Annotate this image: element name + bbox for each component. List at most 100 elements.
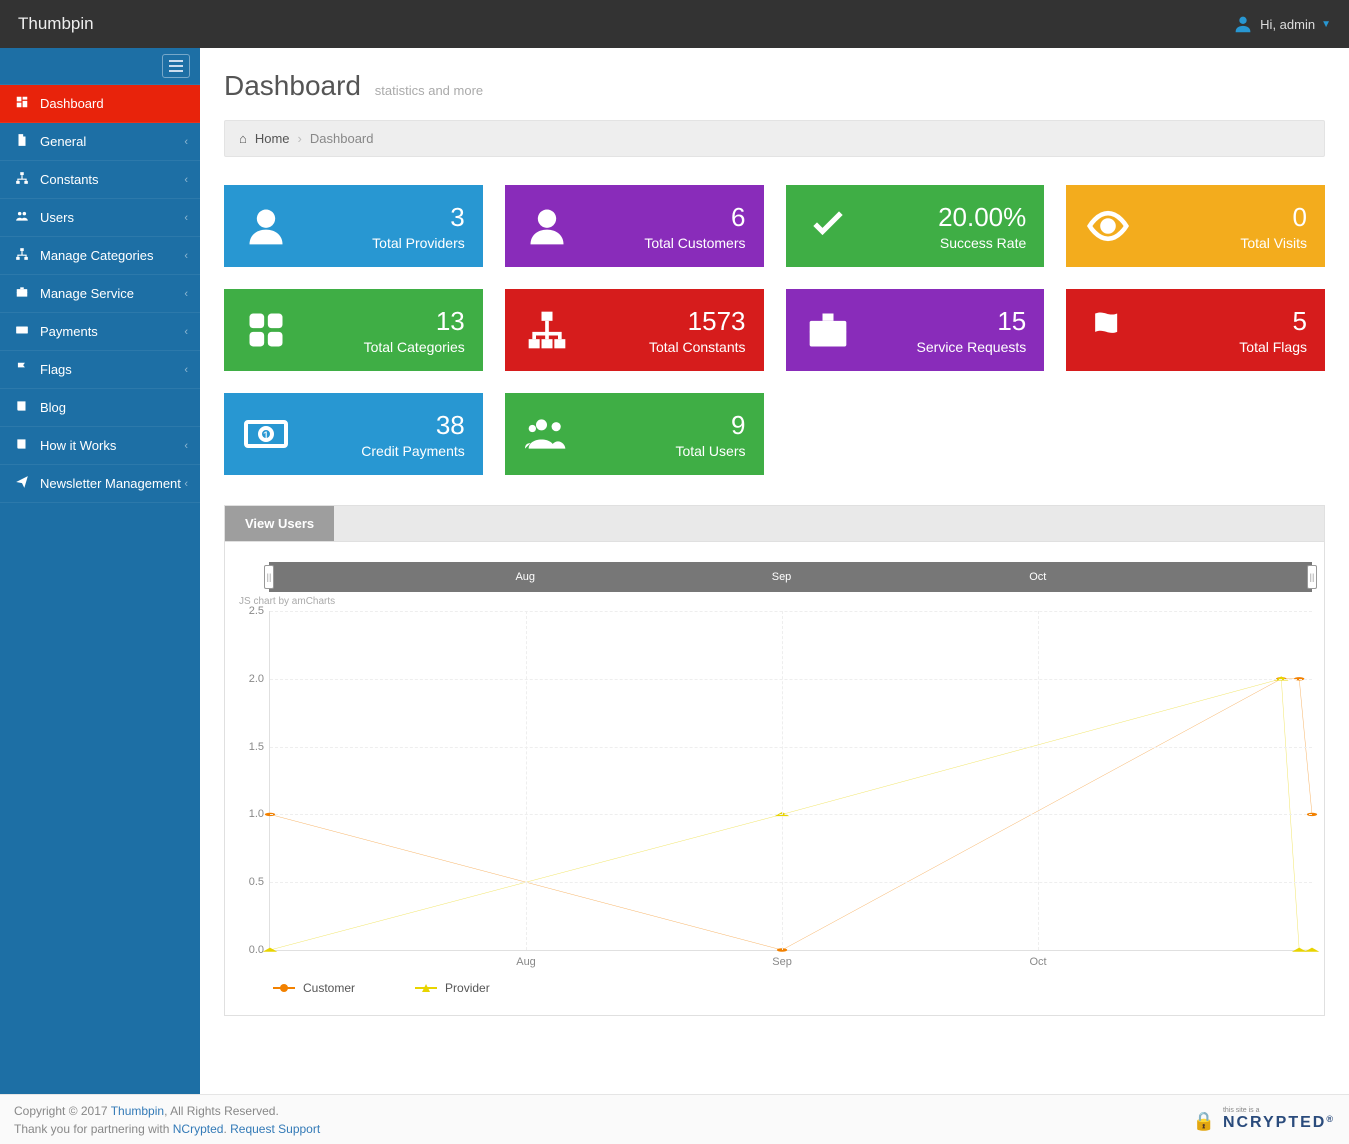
sidebar-item-label: Dashboard (40, 96, 104, 111)
footer-support-link[interactable]: Request Support (230, 1122, 320, 1136)
stat-card-total-providers[interactable]: 3 Total Providers (224, 185, 483, 267)
stat-cards-grid: 3 Total Providers 6Total Customers 20.00% Su… (224, 185, 1325, 475)
chevron-left-icon: ‹ (184, 326, 188, 338)
sidebar-item-manage-service[interactable]: Manage Service‹ (0, 275, 200, 313)
sidebar-item-flags[interactable]: Flags‹ (0, 351, 200, 389)
stat-label: Total Constants (649, 339, 746, 355)
breadcrumb-home[interactable]: Home (255, 131, 290, 146)
stat-value: 3 (372, 202, 465, 233)
y-axis-tick: 2.5 (249, 605, 270, 617)
eye-icon (1084, 202, 1132, 250)
users-icon (14, 209, 30, 226)
stat-value: 15 (917, 306, 1027, 337)
sidebar-item-label: Blog (40, 400, 66, 415)
file-icon (14, 133, 30, 150)
sidebar-toggle-button[interactable] (162, 54, 190, 78)
user-greeting: Hi, admin (1260, 17, 1315, 32)
registered-mark: ® (1326, 1114, 1335, 1124)
sitemap-icon (14, 247, 30, 264)
stat-card-total-categories[interactable]: 13Total Categories (224, 289, 483, 371)
chevron-left-icon: ‹ (184, 364, 188, 376)
chart-area: 0.00.51.01.52.02.5AugSepOct (269, 611, 1312, 951)
y-axis-tick: 0.5 (249, 876, 270, 888)
gridline (270, 747, 1312, 748)
chevron-left-icon: ‹ (184, 250, 188, 262)
breadcrumb: ⌂ Home › Dashboard (224, 120, 1325, 157)
y-axis-tick: 2.0 (249, 673, 270, 685)
user-menu[interactable]: Hi, admin ▼ (1232, 13, 1331, 35)
legend-item-customer[interactable]: Customer (273, 981, 355, 995)
brand-name[interactable]: Thumbpin (18, 14, 94, 34)
stat-label: Total Providers (372, 235, 465, 251)
footer: Copyright © 2017 Thumbpin, All Rights Re… (0, 1094, 1349, 1144)
ncrypted-tagline: this site is a (1223, 1107, 1335, 1114)
page-title-text: Dashboard (224, 70, 361, 101)
sidebar-item-dashboard[interactable]: Dashboard (0, 85, 200, 123)
stat-card-credit-payments[interactable]: 138Credit Payments (224, 393, 483, 475)
stat-card-total-constants[interactable]: 1573 Total Constants (505, 289, 764, 371)
footer-copyright-a: Copyright © 2017 (14, 1104, 111, 1118)
sidebar-item-label: Constants (40, 172, 99, 187)
sidebar-item-newsletter-management[interactable]: Newsletter Management‹ (0, 465, 200, 503)
chart-panel: || || AugSepOct JS chart by amCharts 0.0… (224, 542, 1325, 1016)
stat-value: 9 (675, 410, 745, 441)
legend-label: Customer (303, 981, 355, 995)
gridline (270, 882, 1312, 883)
chart-credit: JS chart by amCharts (239, 596, 1316, 607)
sidebar-item-label: Newsletter Management (40, 476, 181, 491)
sidebar-toggle-row (0, 48, 200, 85)
gridline (270, 814, 1312, 815)
page-subtitle: statistics and more (375, 83, 483, 98)
user-avatar-icon (1232, 13, 1254, 35)
slider-grip-right[interactable]: || (1307, 565, 1317, 589)
stat-card-total-users[interactable]: 9 Total Users (505, 393, 764, 475)
x-axis-tick: Oct (1029, 950, 1046, 968)
footer-brand-link[interactable]: Thumbpin (111, 1104, 164, 1118)
sidebar-item-users[interactable]: Users‹ (0, 199, 200, 237)
stat-value: 20.00% (938, 202, 1026, 233)
stat-card-total-customers[interactable]: 6Total Customers (505, 185, 764, 267)
sidebar-item-manage-categories[interactable]: Manage Categories‹ (0, 237, 200, 275)
y-axis-tick: 1.5 (249, 741, 270, 753)
briefcase-icon (14, 285, 30, 302)
dashboard-icon (14, 95, 30, 112)
stat-card-total-flags[interactable]: 5Total Flags (1066, 289, 1325, 371)
legend-item-provider[interactable]: Provider (415, 981, 490, 995)
stat-label: Total Customers (644, 235, 745, 251)
sitemap-icon (14, 171, 30, 188)
y-axis-tick: 0.0 (249, 944, 270, 956)
footer-ncrypted-link[interactable]: NCrypted (173, 1122, 224, 1136)
stat-label: Total Categories (364, 339, 465, 355)
slider-grip-left[interactable]: || (264, 565, 274, 589)
stat-label: Total Flags (1239, 339, 1307, 355)
sidebar-item-general[interactable]: General‹ (0, 123, 200, 161)
stat-label: Total Visits (1240, 235, 1307, 251)
stat-card-success-rate[interactable]: 20.00% Success Rate (786, 185, 1045, 267)
sidebar-item-how-it-works[interactable]: How it Works‹ (0, 427, 200, 465)
sidebar-item-constants[interactable]: Constants‹ (0, 161, 200, 199)
breadcrumb-separator: › (298, 131, 302, 146)
tab-view-users[interactable]: View Users (225, 506, 334, 541)
check-icon (804, 202, 852, 250)
book-icon (14, 399, 30, 416)
grid-icon (242, 306, 290, 354)
stat-card-total-visits[interactable]: 0Total Visits (1066, 185, 1325, 267)
sidebar-item-label: Users (40, 210, 74, 225)
ncrypted-badge[interactable]: 🔒 this site is a NCRYPTED® (1193, 1107, 1335, 1132)
flag-icon (1084, 306, 1132, 354)
sidebar-item-label: Manage Service (40, 286, 134, 301)
chevron-left-icon: ‹ (184, 478, 188, 490)
chevron-down-icon: ▼ (1321, 19, 1331, 30)
stat-value: 1573 (649, 306, 746, 337)
sidebar-item-payments[interactable]: Payments‹ (0, 313, 200, 351)
user-icon (523, 202, 571, 250)
sidebar-item-blog[interactable]: Blog (0, 389, 200, 427)
stat-label: Success Rate (938, 235, 1026, 251)
breadcrumb-current: Dashboard (310, 131, 374, 146)
y-axis-tick: 1.0 (249, 808, 270, 820)
vgridline (526, 611, 527, 950)
sidebar-item-label: General (40, 134, 86, 149)
stat-card-service-requests[interactable]: 15Service Requests (786, 289, 1045, 371)
chart-range-slider[interactable]: || || AugSepOct (269, 562, 1312, 592)
stat-label: Total Users (675, 443, 745, 459)
